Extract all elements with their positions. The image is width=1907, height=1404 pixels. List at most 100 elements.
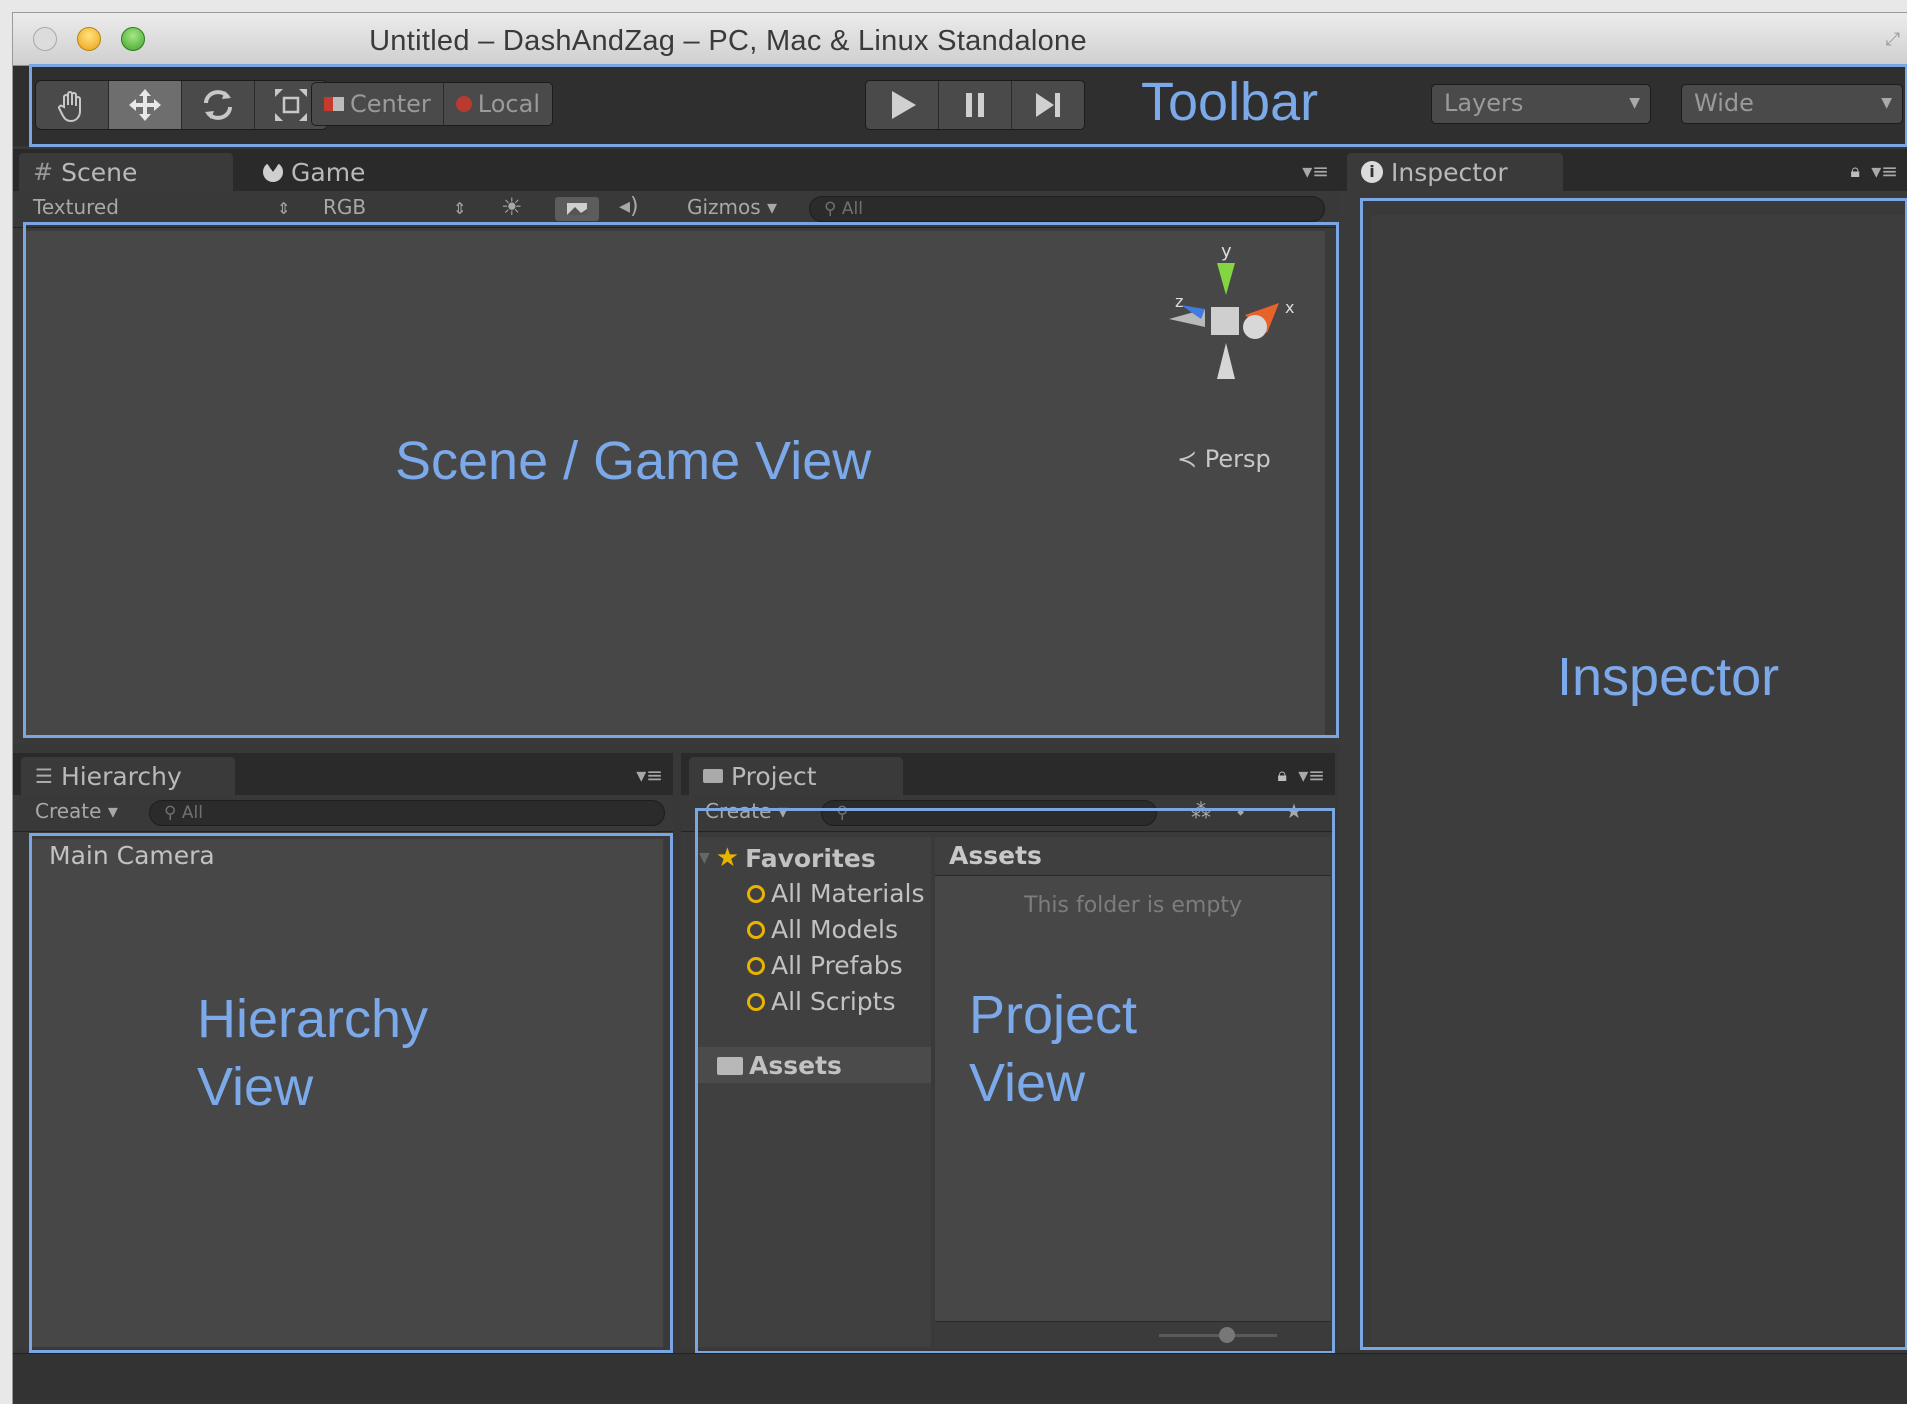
toolbar-annotation: Toolbar xyxy=(1141,72,1319,132)
panel-menu-icon[interactable]: ▾≡ xyxy=(1302,159,1329,183)
pivot-center-label: Center xyxy=(350,90,431,118)
gizmo-z-label: z xyxy=(1175,292,1183,311)
gizmo-center-cube xyxy=(1211,307,1239,335)
pivot-local-label: Local xyxy=(477,90,540,118)
tab-project[interactable]: Project xyxy=(689,757,903,795)
tab-project-label: Project xyxy=(731,761,817,791)
chevron-down-icon: ▼ xyxy=(1881,95,1892,111)
hierarchy-create-dropdown[interactable]: Create ▾ xyxy=(35,799,118,823)
project-create-dropdown[interactable]: Create ▾ xyxy=(705,799,788,823)
tab-game-label: Game xyxy=(291,157,366,187)
step-button[interactable] xyxy=(1012,81,1084,129)
inspector-content[interactable]: Inspector xyxy=(1371,215,1907,1345)
pivot-local-button[interactable]: Local xyxy=(444,83,552,125)
play-button[interactable] xyxy=(866,81,939,129)
save-search-star-icon[interactable]: ★ xyxy=(1285,799,1303,823)
filter-by-type-icon[interactable]: ⁂ xyxy=(1191,799,1211,823)
color-mode-label: RGB xyxy=(323,195,367,219)
gizmo-x-label: x xyxy=(1285,298,1294,317)
scene-tabbar: # Scene Game ▾≡ xyxy=(13,149,1339,191)
project-annotation-line2: View xyxy=(969,1053,1086,1113)
panel-menu-icon[interactable]: ▾≡ xyxy=(1298,763,1325,787)
tab-game[interactable]: Game xyxy=(249,153,449,191)
assets-folder-label: Assets xyxy=(749,1051,842,1080)
pivot-toggle-group: Center Local xyxy=(311,82,553,126)
status-bar xyxy=(13,1353,1907,1404)
window-titlebar: Untitled – DashAndZag – PC, Mac & Linux … xyxy=(13,13,1907,66)
lock-icon[interactable]: 🔒︎ xyxy=(1850,161,1860,182)
hierarchy-search-input[interactable]: ⚲ All xyxy=(149,800,665,826)
persp-label-text: Persp xyxy=(1204,445,1271,473)
assets-header: Assets xyxy=(935,837,1331,876)
sun-lighting-icon[interactable]: ☀ xyxy=(501,193,523,221)
search-magnifier-icon xyxy=(747,992,765,1011)
favorite-all-materials[interactable]: All Materials xyxy=(747,879,925,908)
hierarchy-tree[interactable]: Main Camera Hierarchy View xyxy=(29,839,663,1347)
updown-caret-icon: ⇕ xyxy=(277,199,291,218)
assets-folder-row[interactable]: Assets xyxy=(695,1047,931,1083)
project-assets-view[interactable]: Assets This folder is empty Project View xyxy=(935,837,1331,1348)
favorites-star-icon: ★ xyxy=(715,843,740,873)
orientation-gizmo[interactable]: y z x xyxy=(1155,239,1305,389)
tab-scene[interactable]: # Scene xyxy=(19,153,233,191)
scene-viewport[interactable]: y z x ≺ Persp Scene / Game View xyxy=(25,231,1325,735)
play-icon xyxy=(892,91,916,119)
hierarchy-annotation-line1: Hierarchy xyxy=(197,989,429,1049)
pause-icon xyxy=(966,93,984,117)
lock-icon[interactable]: 🔒︎ xyxy=(1277,765,1287,786)
hierarchy-controlbar: Create ▾ ⚲ All xyxy=(13,795,673,832)
hierarchy-item-main-camera[interactable]: Main Camera xyxy=(49,841,215,870)
inspector-tabbar: i Inspector 🔒︎ ▾≡ xyxy=(1339,149,1907,191)
zoom-slider-thumb[interactable] xyxy=(1219,1327,1235,1343)
list-tree-icon: ☰ xyxy=(35,764,53,788)
color-mode-dropdown[interactable]: RGB xyxy=(323,195,366,219)
tab-hierarchy[interactable]: ☰ Hierarchy xyxy=(21,757,235,795)
assets-zoom-slider[interactable] xyxy=(935,1321,1331,1348)
favorites-group[interactable]: ▼ ★ Favorites xyxy=(699,843,876,873)
project-folder-tree[interactable]: ▼ ★ Favorites All Materials All Models A… xyxy=(695,837,931,1347)
gizmo-minus-z-cone xyxy=(1243,315,1267,339)
layout-dropdown[interactable]: Wide ▼ xyxy=(1681,84,1903,124)
tab-inspector-label: Inspector xyxy=(1391,157,1508,187)
favorite-all-scripts[interactable]: All Scripts xyxy=(747,987,895,1016)
rotate-tool-button[interactable] xyxy=(182,81,255,129)
pause-button[interactable] xyxy=(939,81,1012,129)
tab-inspector[interactable]: i Inspector xyxy=(1347,153,1563,191)
favorite-label: All Models xyxy=(771,915,899,944)
render-mode-dropdown[interactable]: Textured xyxy=(33,195,119,219)
main-toolbar: Center Local Toolbar Layers ▼ Wide ▼ xyxy=(13,66,1907,146)
project-tabbar: Project 🔒︎ ▾≡ xyxy=(681,753,1335,795)
search-magnifier-icon xyxy=(747,920,765,939)
panel-menu-icon[interactable]: ▾≡ xyxy=(636,763,663,787)
local-rotation-icon xyxy=(455,96,472,112)
hierarchy-tabbar: ☰ Hierarchy ▾≡ xyxy=(13,753,673,795)
hierarchy-create-label: Create xyxy=(35,799,102,823)
favorite-all-models[interactable]: All Models xyxy=(747,915,898,944)
persp-label[interactable]: ≺ Persp xyxy=(1177,445,1271,473)
expand-triangle-icon: ▼ xyxy=(699,850,710,866)
favorites-label: Favorites xyxy=(745,843,876,873)
gizmos-dropdown[interactable]: Gizmos ▾ xyxy=(687,195,777,219)
fullscreen-icon[interactable]: ⤢ xyxy=(1886,29,1900,50)
layers-dropdown[interactable]: Layers ▼ xyxy=(1431,84,1651,124)
game-pacman-icon xyxy=(263,162,283,182)
search-icon: ⚲ xyxy=(164,803,182,823)
project-search-input[interactable]: ⚲ xyxy=(821,800,1157,826)
playback-controls xyxy=(865,80,1085,130)
audio-icon[interactable]: ◂) xyxy=(619,194,639,219)
tab-scene-label: Scene xyxy=(61,157,138,187)
window-title: Untitled – DashAndZag – PC, Mac & Linux … xyxy=(369,25,1087,57)
scene-controlbar: Textured ⇕ RGB ⇕ ☀ ◂) Gizmos ▾ ⚲ All xyxy=(13,191,1339,228)
filter-by-label-icon[interactable]: ⬩ xyxy=(1237,799,1244,823)
scene-image-toggle[interactable] xyxy=(555,197,599,221)
updown-caret-icon: ⇕ xyxy=(453,199,467,218)
panel-menu-icon[interactable]: ▾≡ xyxy=(1871,159,1898,183)
move-tool-button[interactable] xyxy=(109,81,182,129)
pivot-center-button[interactable]: Center xyxy=(312,83,444,125)
move-icon xyxy=(129,89,161,121)
favorite-label: All Prefabs xyxy=(771,951,903,980)
hand-tool-button[interactable] xyxy=(36,81,109,129)
scene-search-input[interactable]: ⚲ All xyxy=(809,196,1325,222)
layers-dropdown-label: Layers xyxy=(1444,89,1524,117)
favorite-all-prefabs[interactable]: All Prefabs xyxy=(747,951,903,980)
